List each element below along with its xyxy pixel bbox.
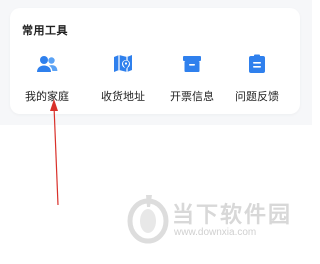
common-tools-card: 常用工具 我的家庭 收货地址 开票信息 问题反馈 — [10, 8, 300, 114]
tool-label: 开票信息 — [170, 90, 214, 103]
watermark: 当下软件园 www.downxia.com — [126, 193, 296, 253]
tool-label: 问题反馈 — [235, 90, 279, 103]
tool-feedback[interactable]: 问题反馈 — [222, 52, 292, 108]
tool-label: 我的家庭 — [25, 90, 69, 103]
card-title: 常用工具 — [22, 24, 68, 37]
tool-my-family[interactable]: 我的家庭 — [12, 52, 82, 108]
invoice-icon — [183, 56, 201, 72]
feedback-icon — [249, 54, 265, 73]
tool-label: 收货地址 — [101, 90, 145, 103]
tool-invoice-info[interactable]: 开票信息 — [157, 52, 227, 108]
watermark-title: 当下软件园 — [172, 203, 293, 228]
watermark-logo — [127, 195, 169, 244]
tool-shipping-address[interactable]: 收货地址 — [88, 52, 158, 108]
map-pin-icon — [114, 55, 132, 72]
watermark-url: www.downxia.com — [174, 227, 257, 238]
family-icon — [37, 56, 58, 72]
